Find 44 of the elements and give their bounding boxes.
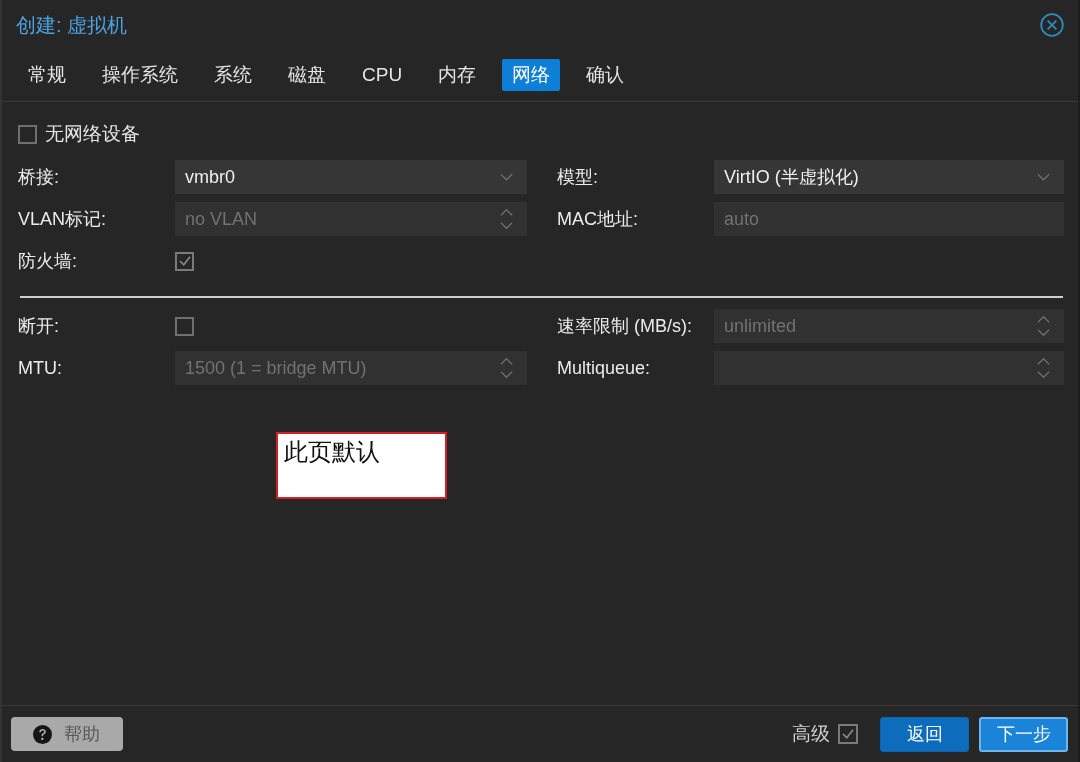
checkbox[interactable] <box>175 316 194 336</box>
checkbox-label: 高级 <box>792 722 830 746</box>
wizard-tab[interactable]: 系统 <box>204 59 262 91</box>
checkmark-icon <box>178 256 191 266</box>
chevron-down-icon <box>1037 173 1050 181</box>
number-field[interactable]: no VLAN <box>175 202 527 236</box>
checkmark-icon <box>842 729 854 739</box>
spinner-arrows-icon[interactable] <box>500 207 513 231</box>
field-label: 防火墙: <box>18 250 78 273</box>
question-circle-icon <box>33 724 52 744</box>
wizard-tab[interactable]: 内存 <box>428 59 487 91</box>
spinner-arrows-icon[interactable] <box>1037 314 1050 338</box>
chevron-down-icon <box>500 173 513 181</box>
field-label: VLAN标记: <box>18 208 108 231</box>
number-field[interactable]: unlimited <box>714 309 1064 343</box>
wizard-tab[interactable]: 磁盘 <box>278 59 336 91</box>
spinner-arrows-icon[interactable] <box>1037 356 1050 380</box>
spinner-arrows-icon[interactable] <box>500 356 513 380</box>
wizard-tab[interactable]: 操作系统 <box>92 59 188 91</box>
close-icon[interactable] <box>1040 13 1064 37</box>
wizard-button[interactable]: 返回 <box>880 716 969 752</box>
wizard-tab[interactable]: 网络 <box>502 59 561 91</box>
field-label: Multiqueue: <box>557 357 652 379</box>
checkbox-label: 无网络设备 <box>45 122 140 146</box>
wizard-tab[interactable]: 确认 <box>576 59 635 91</box>
number-field[interactable] <box>714 351 1064 385</box>
field-label: 断开: <box>18 315 60 338</box>
dropdown-field[interactable]: vmbr0 <box>175 160 527 194</box>
checkbox[interactable] <box>175 251 194 271</box>
checkbox[interactable] <box>18 124 37 144</box>
text-field[interactable]: auto <box>714 202 1064 236</box>
wizard-tab[interactable]: 常规 <box>18 59 76 91</box>
field-label: 模型: <box>557 166 599 189</box>
wizard-tab[interactable]: CPU <box>352 59 413 91</box>
annotation-note: 此页默认 <box>276 432 447 499</box>
number-field[interactable]: 1500 (1 = bridge MTU) <box>175 351 527 385</box>
dropdown-field[interactable]: VirtIO (半虚拟化) <box>714 160 1064 194</box>
wizard-button[interactable]: 下一步 <box>979 716 1068 752</box>
field-label: 桥接: <box>18 166 60 189</box>
field-label: 速率限制 (MB/s): <box>557 315 693 338</box>
window-title: 创建: 虚拟机 <box>16 12 129 38</box>
field-label: MAC地址: <box>557 208 639 231</box>
field-label: MTU: <box>18 357 63 379</box>
checkbox[interactable] <box>838 724 858 744</box>
